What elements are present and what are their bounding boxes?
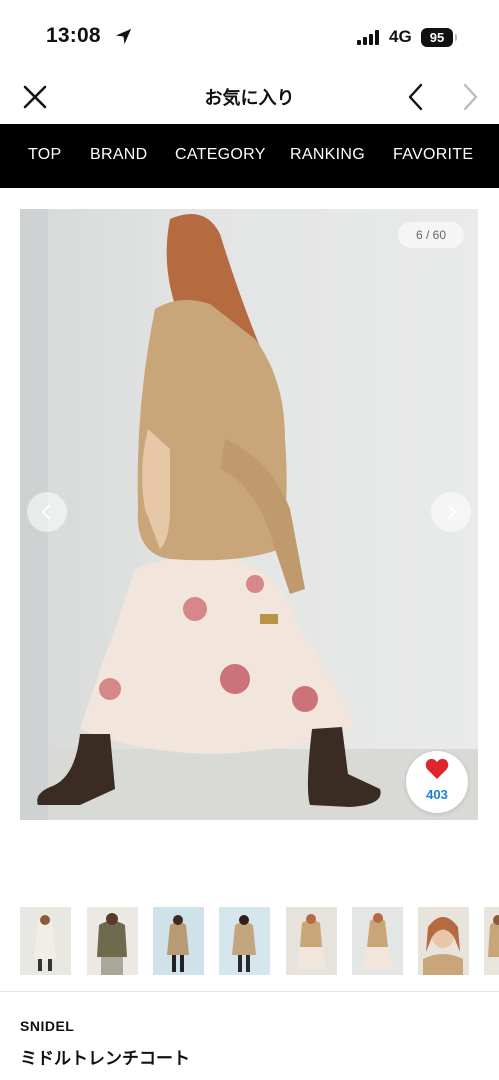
favorite-button[interactable]: 403 xyxy=(406,751,468,813)
thumbnail-2[interactable] xyxy=(87,907,138,975)
chevron-left-icon[interactable] xyxy=(404,81,428,113)
chevron-right-icon xyxy=(448,505,457,519)
favorite-count: 403 xyxy=(426,787,448,802)
product-brand[interactable]: SNIDEL xyxy=(20,1018,74,1034)
prev-image-button[interactable] xyxy=(27,492,67,532)
thumbnail-3[interactable] xyxy=(153,907,204,975)
main-nav: TOP BRAND CATEGORY RANKING FAVORITE xyxy=(0,124,499,188)
nav-item-favorite[interactable]: FAVORITE xyxy=(393,146,473,164)
divider xyxy=(0,991,499,992)
thumbnail-7[interactable] xyxy=(418,907,469,975)
network-type: 4G xyxy=(389,27,412,46)
signal-icon xyxy=(357,30,383,45)
nav-item-ranking[interactable]: RANKING xyxy=(290,146,365,164)
battery-tip xyxy=(455,34,457,41)
location-arrow-icon xyxy=(115,28,132,45)
thumbnail-6-selected[interactable] xyxy=(352,907,403,975)
heart-icon xyxy=(425,758,449,779)
thumbnail-8[interactable] xyxy=(484,907,499,975)
thumbnail-strip xyxy=(20,907,499,975)
next-image-button[interactable] xyxy=(431,492,471,532)
chevron-left-icon xyxy=(41,505,50,519)
image-counter: 6 / 60 xyxy=(398,222,464,248)
nav-item-category[interactable]: CATEGORY xyxy=(175,146,266,164)
nav-item-top[interactable]: TOP xyxy=(28,146,62,164)
thumbnail-5[interactable] xyxy=(286,907,337,975)
status-time: 13:08 xyxy=(46,24,101,47)
product-name: ミドルトレンチコート xyxy=(20,1049,190,1068)
chevron-right-icon[interactable] xyxy=(458,81,482,113)
battery-icon: 95 xyxy=(421,28,453,47)
thumbnail-1[interactable] xyxy=(20,907,71,975)
product-image[interactable]: 6 / 60 403 xyxy=(20,209,478,820)
status-bar: 13:08 4G 95 xyxy=(0,0,499,72)
nav-item-brand[interactable]: BRAND xyxy=(90,146,148,164)
model-illustration xyxy=(20,209,478,820)
header: お気に入り xyxy=(0,72,499,124)
thumbnail-4[interactable] xyxy=(219,907,270,975)
